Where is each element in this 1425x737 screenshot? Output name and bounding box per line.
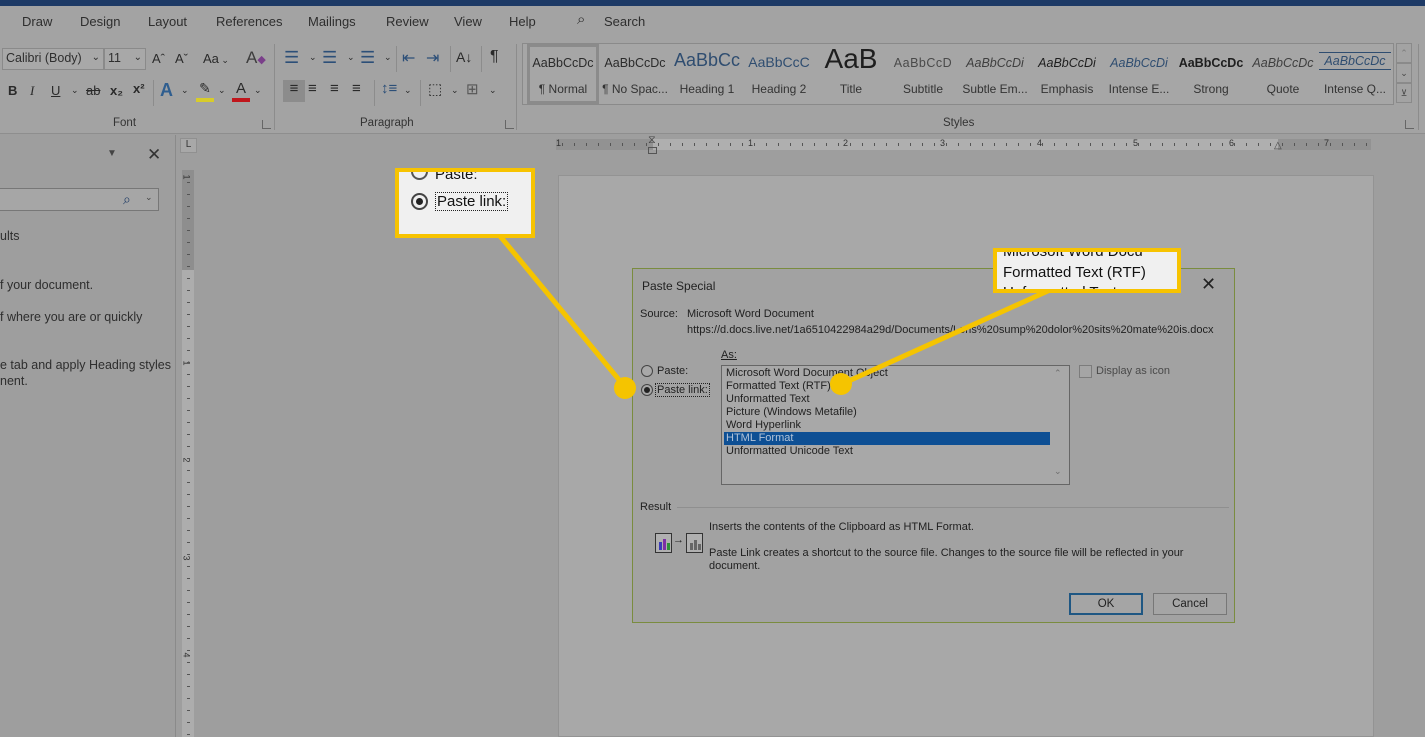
callout-dot-rtf	[830, 373, 852, 395]
callout-paste-link: Paste: Paste link:	[395, 168, 535, 238]
callout-line-left	[498, 234, 627, 389]
callout-paste-label: Paste:	[435, 168, 478, 183]
callout-dot-paste-link	[614, 377, 636, 399]
callout-top-text: Microsoft Word Docu	[1003, 248, 1143, 260]
callout-line-right	[840, 287, 1052, 387]
callout-formatted-text: Microsoft Word Docu Formatted Text (RTF)…	[993, 248, 1181, 293]
callout-connectors	[498, 234, 1052, 389]
callout-main-text: Formatted Text (RTF)	[1003, 264, 1146, 281]
callout-paste-radio	[411, 172, 428, 180]
callout-paste-link-radio	[411, 193, 428, 210]
callout-bottom-text: Unformatted Text	[1003, 284, 1117, 293]
callout-paste-link-label: Paste link:	[435, 192, 509, 211]
